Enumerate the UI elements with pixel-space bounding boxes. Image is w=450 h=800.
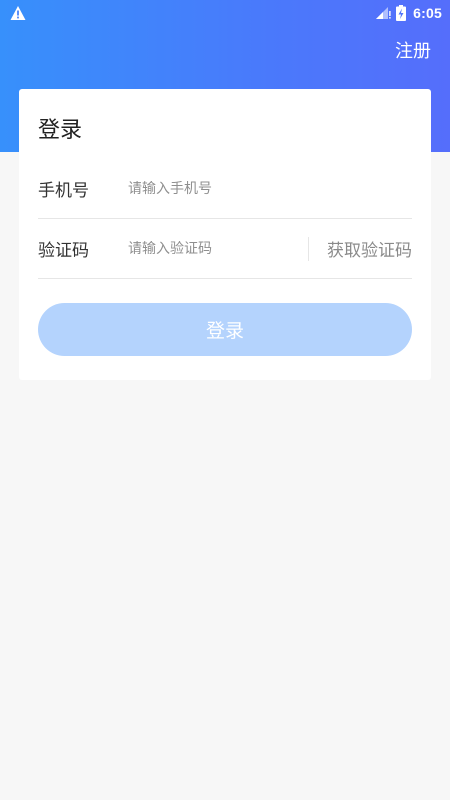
login-title: 登录: [38, 118, 83, 143]
get-code-button[interactable]: 获取验证码: [327, 236, 412, 261]
battery-charging-icon: [396, 5, 407, 21]
login-card: 登录 手机号 验证码 获取验证码 登录: [19, 89, 431, 380]
code-row: 验证码 获取验证码: [38, 219, 412, 279]
status-icons: 6:05: [375, 3, 442, 23]
code-label: 验证码: [38, 241, 89, 261]
login-button[interactable]: 登录: [38, 303, 412, 356]
phone-row: 手机号: [38, 159, 412, 219]
status-time: 6:05: [413, 5, 442, 21]
code-divider: [308, 236, 309, 261]
phone-input[interactable]: [128, 180, 412, 197]
phone-label: 手机号: [38, 181, 89, 201]
warning-icon: [10, 6, 26, 20]
status-bar: 6:05: [0, 0, 450, 26]
code-input[interactable]: [128, 240, 308, 257]
register-link[interactable]: 注册: [395, 40, 431, 64]
signal-icon: [376, 7, 391, 19]
